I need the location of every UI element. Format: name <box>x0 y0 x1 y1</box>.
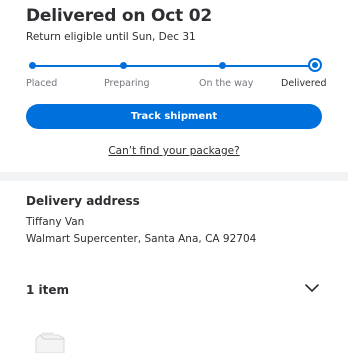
page-title: Delivered on Oct 02 <box>26 6 213 26</box>
chevron-down-icon[interactable] <box>304 282 320 294</box>
return-eligibility-text: Return eligible until Sun, Dec 31 <box>26 31 196 43</box>
step-label-preparing: Preparing <box>104 78 150 89</box>
step-label-placed: Placed <box>26 78 58 89</box>
recipient-name: Tiffany Van <box>26 216 85 228</box>
items-count-label: 1 item <box>26 283 70 297</box>
section-divider <box>0 172 348 181</box>
step-label-on-the-way: On the way <box>199 78 254 89</box>
progress-dot-on-the-way <box>219 62 226 69</box>
progress-dot-delivered <box>308 58 322 72</box>
track-shipment-button[interactable]: Track shipment <box>26 104 322 129</box>
progress-dot-preparing <box>120 62 127 69</box>
cant-find-package-link[interactable]: Can’t find your package? <box>0 145 348 157</box>
product-thumbnail[interactable] <box>30 331 70 353</box>
step-label-delivered: Delivered <box>281 78 327 89</box>
progress-dot-placed <box>29 62 36 69</box>
delivery-address-line: Walmart Supercenter, Santa Ana, CA 92704 <box>26 233 257 245</box>
progress-line <box>32 65 315 67</box>
delivery-address-title: Delivery address <box>26 194 140 208</box>
